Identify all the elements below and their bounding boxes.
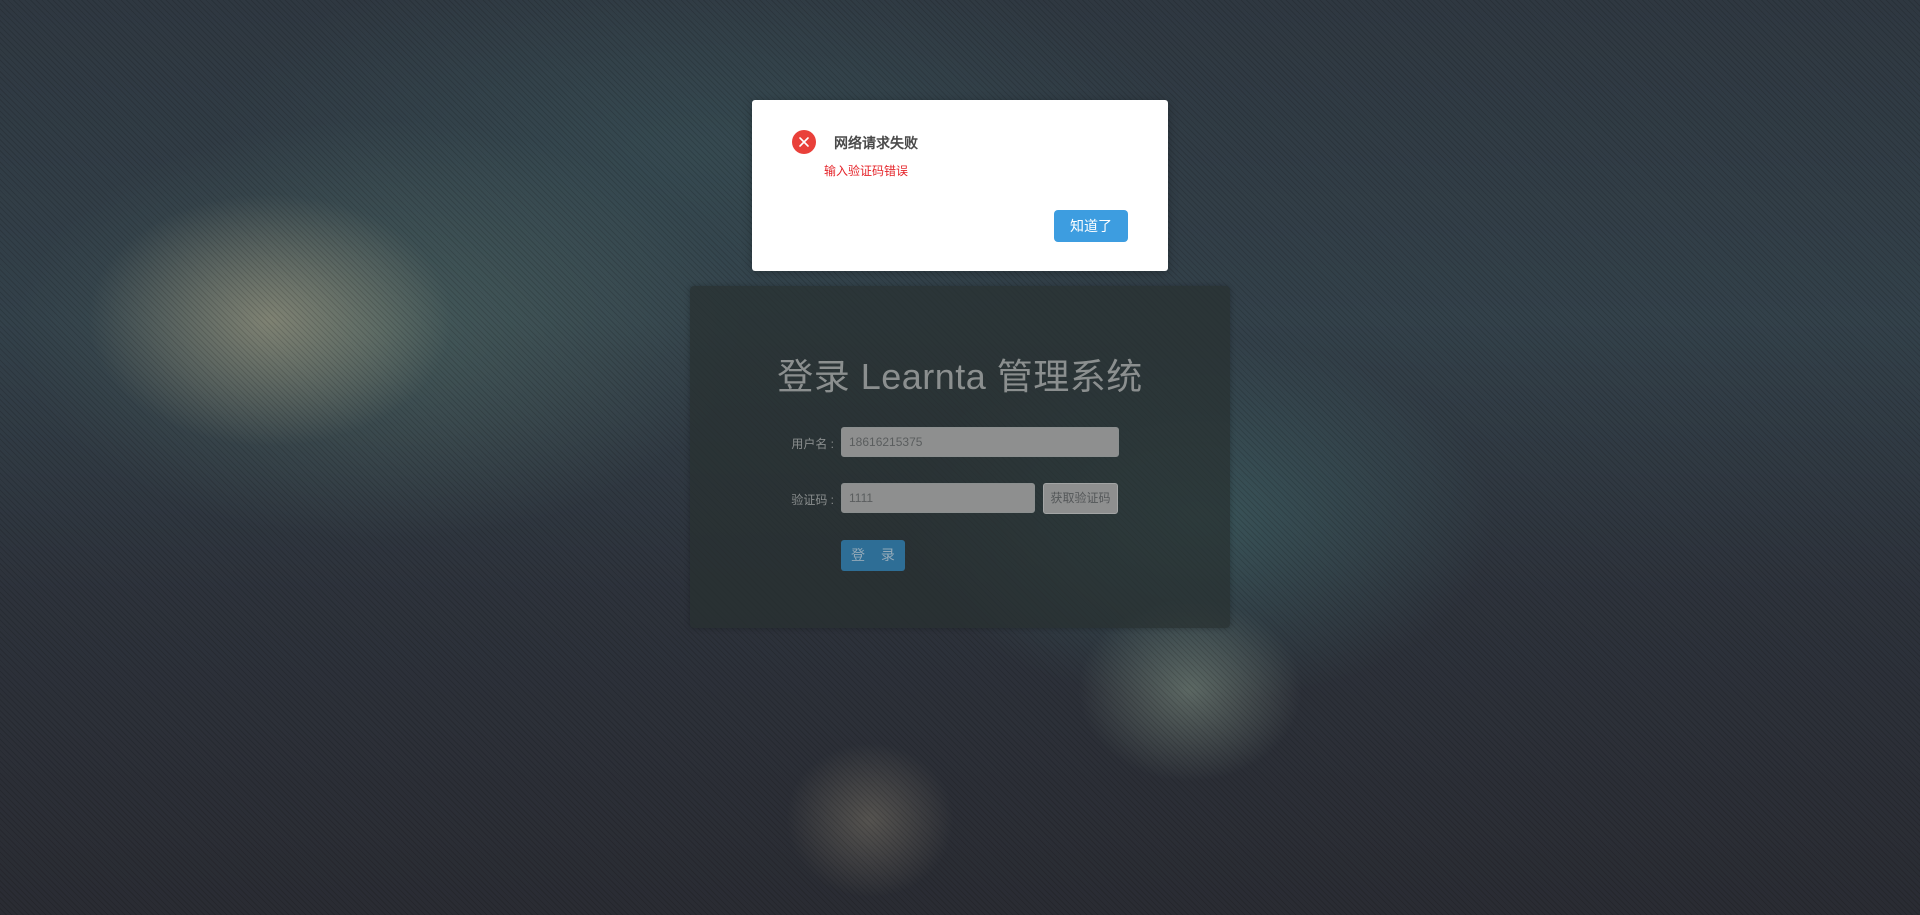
login-title: 登录 Learnta 管理系统	[777, 356, 1143, 397]
dialog-message: 输入验证码错误	[824, 164, 909, 178]
code-input[interactable]	[841, 483, 1035, 513]
error-dialog: 网络请求失败 输入验证码错误 知道了	[752, 100, 1168, 271]
username-input[interactable]	[841, 427, 1119, 457]
dialog-title: 网络请求失败	[834, 135, 918, 151]
username-label: 用户名 :	[791, 437, 834, 451]
error-circle-icon	[792, 130, 816, 154]
login-panel: 登录 Learnta 管理系统 用户名 : 验证码 : 获取验证码 登 录	[690, 286, 1230, 628]
code-label: 验证码 :	[791, 493, 834, 507]
dialog-ok-button[interactable]: 知道了	[1054, 210, 1128, 242]
login-button[interactable]: 登 录	[841, 540, 905, 571]
get-code-button[interactable]: 获取验证码	[1043, 483, 1118, 514]
